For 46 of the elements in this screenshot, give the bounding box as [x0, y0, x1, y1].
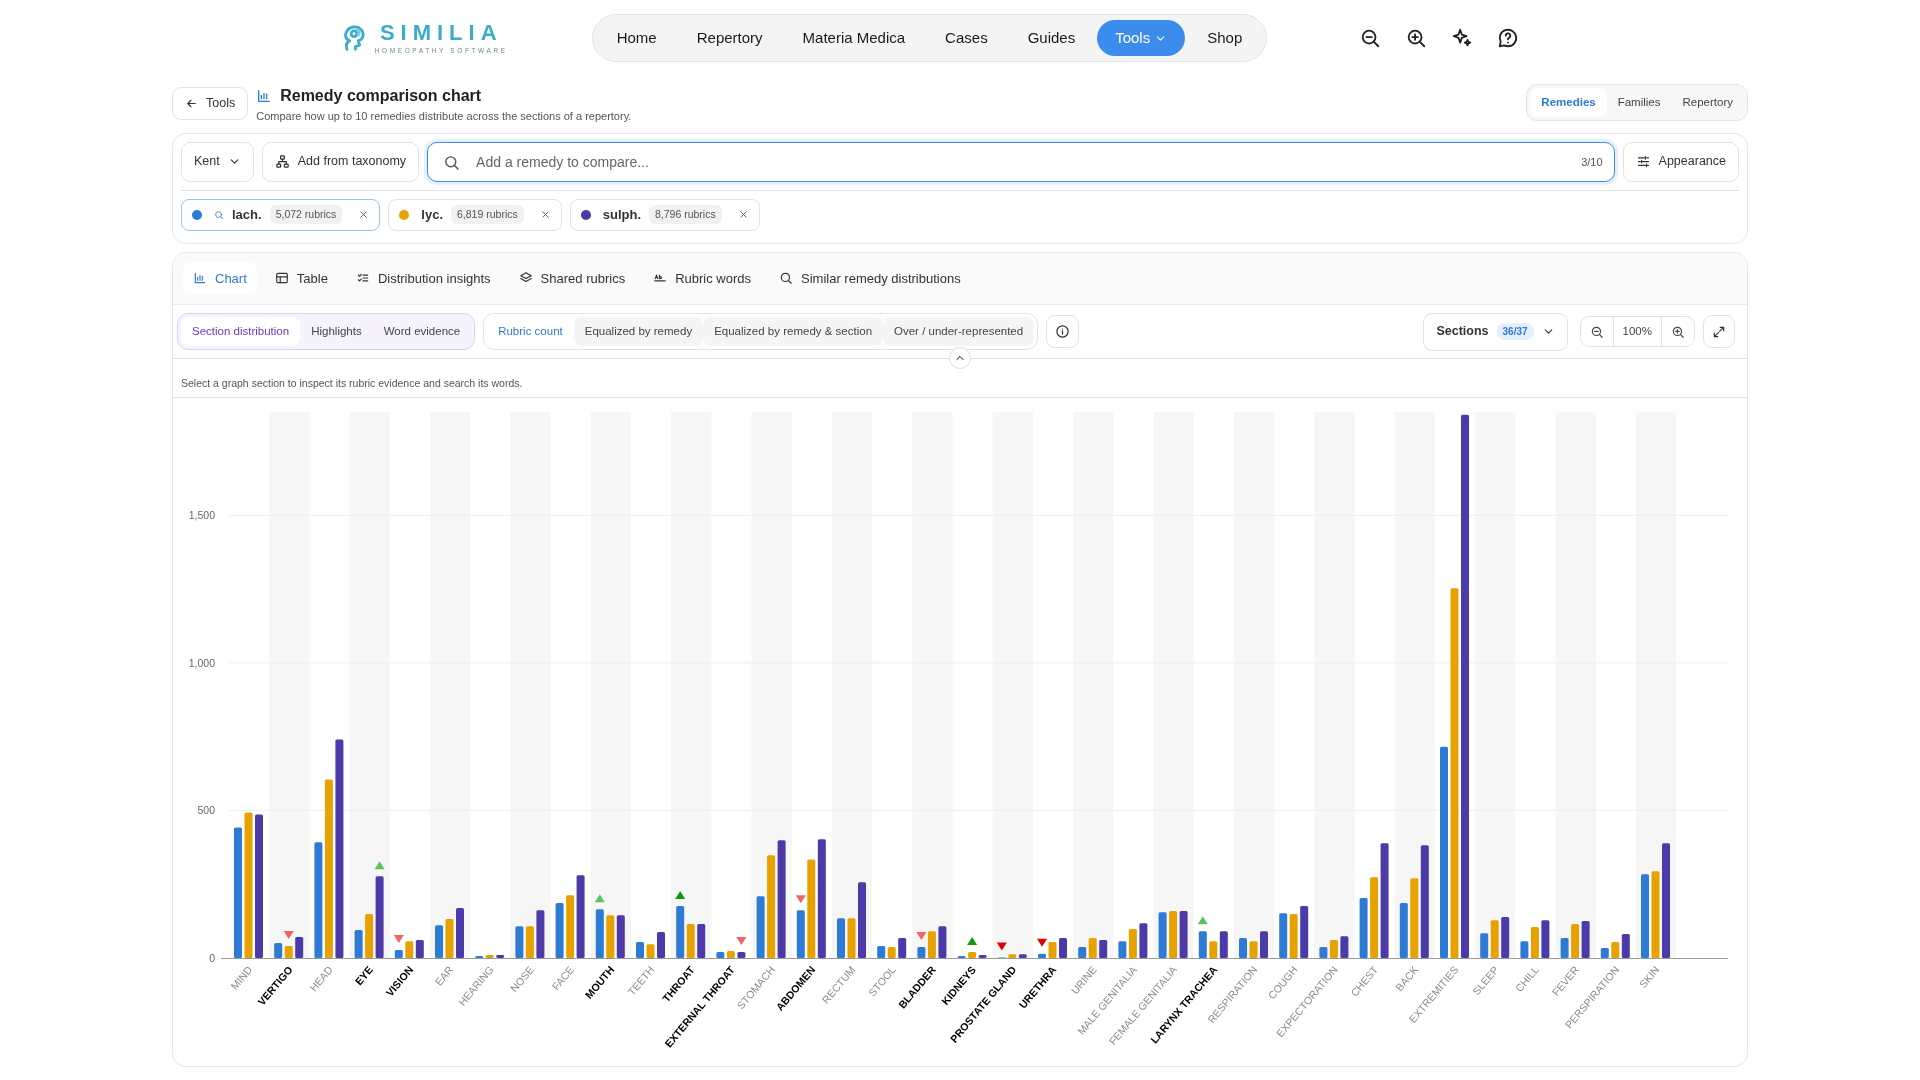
tab[interactable]: Table: [264, 261, 338, 295]
remedy-count: 3/10: [1581, 154, 1603, 170]
rubric-count: 5,072 rubrics: [269, 204, 343, 225]
page-title: Remedy comparison chart: [280, 86, 482, 106]
nav-link[interactable]: Materia Medica: [784, 19, 924, 57]
taxonomy-button[interactable]: Add from taxonomy: [261, 141, 420, 182]
rubric-count: 8,796 rubrics: [649, 204, 722, 225]
nav-link[interactable]: Cases: [927, 19, 1006, 57]
view-tab[interactable]: Families: [1606, 88, 1672, 118]
view-tab[interactable]: Remedies: [1530, 88, 1607, 118]
nav-link[interactable]: Guides: [1009, 19, 1094, 57]
back-button[interactable]: Tools: [172, 87, 249, 120]
tab[interactable]: Distribution insights: [345, 261, 501, 295]
mode-tab[interactable]: Highlights: [300, 316, 373, 347]
remedy-chip[interactable]: lach. 5,072 rubrics: [181, 198, 381, 231]
hint-text: Select a graph section to inspect its rubric evidence and search its words.: [181, 377, 523, 389]
nav-link[interactable]: Shop: [1189, 19, 1261, 57]
measure-tab[interactable]: Equalized by remedy: [573, 316, 704, 347]
appearance-button[interactable]: Appearance: [1622, 141, 1739, 182]
mode-tab[interactable]: Section distribution: [181, 316, 301, 347]
remedy-name: lyc.: [421, 205, 443, 224]
nav-link[interactable]: Repertory: [678, 19, 781, 57]
axis-label: 1,000: [188, 656, 215, 669]
measure-tab[interactable]: Equalized by remedy & section: [703, 316, 884, 347]
tab[interactable]: Chart: [183, 261, 257, 295]
repertory-dropdown[interactable]: Kent: [181, 141, 254, 182]
measure-tab[interactable]: Over / under-represented: [883, 316, 1035, 347]
axis-label: 0: [209, 951, 215, 964]
view-tab[interactable]: Repertory: [1671, 88, 1744, 118]
remedy-chip[interactable]: sulph. 8,796 rubrics: [569, 198, 760, 231]
sections-dropdown[interactable]: Sections 36/37: [1423, 312, 1568, 351]
remedy-name: lach.: [232, 205, 262, 224]
axis-label: 500: [197, 803, 215, 816]
rubric-count: 6,819 rubrics: [451, 204, 524, 225]
zoom-level: 100%: [1612, 316, 1661, 347]
mode-tab[interactable]: Word evidence: [372, 316, 472, 347]
nav-link[interactable]: Home: [598, 19, 675, 57]
remedy-name: sulph.: [602, 205, 641, 224]
tab[interactable]: Shared rubrics: [508, 261, 636, 295]
brand-name: SIMILIA: [379, 21, 503, 44]
page-subtitle: Compare how up to 10 remedies distribute across the sections of a repertory.: [256, 109, 632, 124]
tab[interactable]: Similar remedy distributions: [769, 261, 971, 295]
tab[interactable]: Rubric words: [643, 261, 761, 295]
remedy-chip[interactable]: lyc. 6,819 rubrics: [388, 198, 562, 231]
section-count: 36/37: [1496, 323, 1534, 340]
axis-label: 1,500: [188, 508, 215, 521]
